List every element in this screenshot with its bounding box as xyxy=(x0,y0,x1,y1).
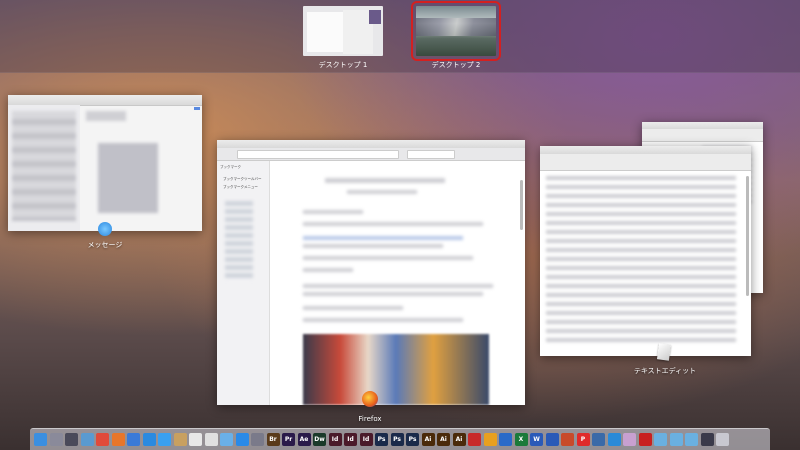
search-bar[interactable] xyxy=(407,150,455,159)
settings-icon[interactable] xyxy=(251,433,264,446)
globe-icon[interactable] xyxy=(592,433,605,446)
photoshop-3-icon[interactable]: Ps xyxy=(406,433,419,446)
calendar-icon[interactable] xyxy=(204,433,218,446)
premiere-icon[interactable]: Pr xyxy=(282,433,295,446)
outlook-icon[interactable] xyxy=(483,433,497,446)
textedit-icon[interactable] xyxy=(189,433,202,446)
space-thumbnail xyxy=(303,6,383,56)
notes-icon[interactable] xyxy=(173,433,187,446)
illustrator-2-icon[interactable]: Ai xyxy=(437,433,450,446)
photoshop-2-icon[interactable]: Ps xyxy=(390,433,404,446)
indesign-3-icon[interactable]: Id xyxy=(359,433,373,446)
dreamweaver-icon[interactable]: Dw xyxy=(313,433,326,446)
preview-icon[interactable] xyxy=(80,433,94,446)
bridge-icon[interactable]: Br xyxy=(266,433,280,446)
scrollbar[interactable] xyxy=(746,176,749,296)
messages-app-icon xyxy=(98,222,112,236)
folder-icon[interactable] xyxy=(654,433,667,446)
mission-control-icon[interactable] xyxy=(65,433,78,446)
dock: Br Pr Ae Dw Id Id Id Ps Ps Ps Ai Ai Ai X W P xyxy=(30,428,770,450)
messages-icon[interactable] xyxy=(158,433,171,446)
pinwheel-icon[interactable] xyxy=(623,433,636,446)
indesign-2-icon[interactable]: Id xyxy=(344,433,357,446)
launchpad-icon[interactable] xyxy=(49,433,63,446)
trash-icon[interactable] xyxy=(716,433,729,446)
word-icon[interactable]: W xyxy=(530,433,543,446)
textedit-window-label: テキストエディット xyxy=(633,367,697,375)
space-label: デスクトップ 2 xyxy=(431,61,481,69)
textedit-app-icon xyxy=(656,343,672,361)
word-2-icon[interactable] xyxy=(545,433,559,446)
app-store-icon[interactable] xyxy=(235,433,249,446)
screen-icon[interactable] xyxy=(700,433,714,446)
space-thumbnail xyxy=(411,1,501,61)
firefox-window[interactable]: ブックマーク ブックマークツールバー ブックマークメニュー xyxy=(217,140,525,405)
onenote-icon[interactable] xyxy=(499,433,512,446)
firefox-app-icon xyxy=(362,391,378,407)
finder-icon[interactable] xyxy=(34,433,47,446)
skype-icon[interactable] xyxy=(607,433,621,446)
photos-icon[interactable] xyxy=(220,433,233,446)
format-toolbar[interactable] xyxy=(540,154,751,171)
indesign-icon[interactable]: Id xyxy=(328,433,342,446)
space-desktop-2[interactable]: デスクトップ 2 xyxy=(411,1,501,69)
excel-icon[interactable]: X xyxy=(514,433,528,446)
after-effects-icon[interactable]: Ae xyxy=(297,433,311,446)
mail-icon[interactable] xyxy=(127,433,140,446)
bookmarks-menu-item[interactable]: ブックマークメニュー xyxy=(223,185,269,190)
scrollbar[interactable] xyxy=(520,180,523,230)
sidebar-title: ブックマーク xyxy=(220,165,241,169)
firefox-window-label: Firefox xyxy=(358,415,382,423)
chrome-icon[interactable] xyxy=(96,433,109,446)
url-bar[interactable] xyxy=(237,150,399,159)
p-app-icon[interactable]: P xyxy=(576,433,590,446)
bookmarks-toolbar-item[interactable]: ブックマークツールバー xyxy=(223,177,269,182)
illustrator-icon[interactable]: Ai xyxy=(421,433,435,446)
folder-2-icon[interactable] xyxy=(669,433,683,446)
bookmarks-sidebar: ブックマーク ブックマークツールバー ブックマークメニュー xyxy=(217,161,270,405)
powerpoint-icon[interactable] xyxy=(561,433,574,446)
textedit-window[interactable] xyxy=(540,146,751,356)
photoshop-icon[interactable]: Ps xyxy=(375,433,388,446)
space-label: デスクトップ 1 xyxy=(318,61,368,69)
spaces-bar: デスクトップ 1 デスクトップ 2 xyxy=(0,0,800,73)
safari-icon[interactable] xyxy=(142,433,156,446)
folder-3-icon[interactable] xyxy=(685,433,698,446)
messages-window[interactable] xyxy=(8,95,202,231)
article-image xyxy=(303,334,489,405)
illustrator-3-icon[interactable]: Ai xyxy=(452,433,466,446)
firefox-icon[interactable] xyxy=(111,433,125,446)
messages-window-label: メッセージ xyxy=(87,241,123,249)
space-desktop-1[interactable]: デスクトップ 1 xyxy=(303,6,383,69)
acrobat-icon[interactable] xyxy=(468,433,481,446)
pdf-icon[interactable] xyxy=(638,433,652,446)
